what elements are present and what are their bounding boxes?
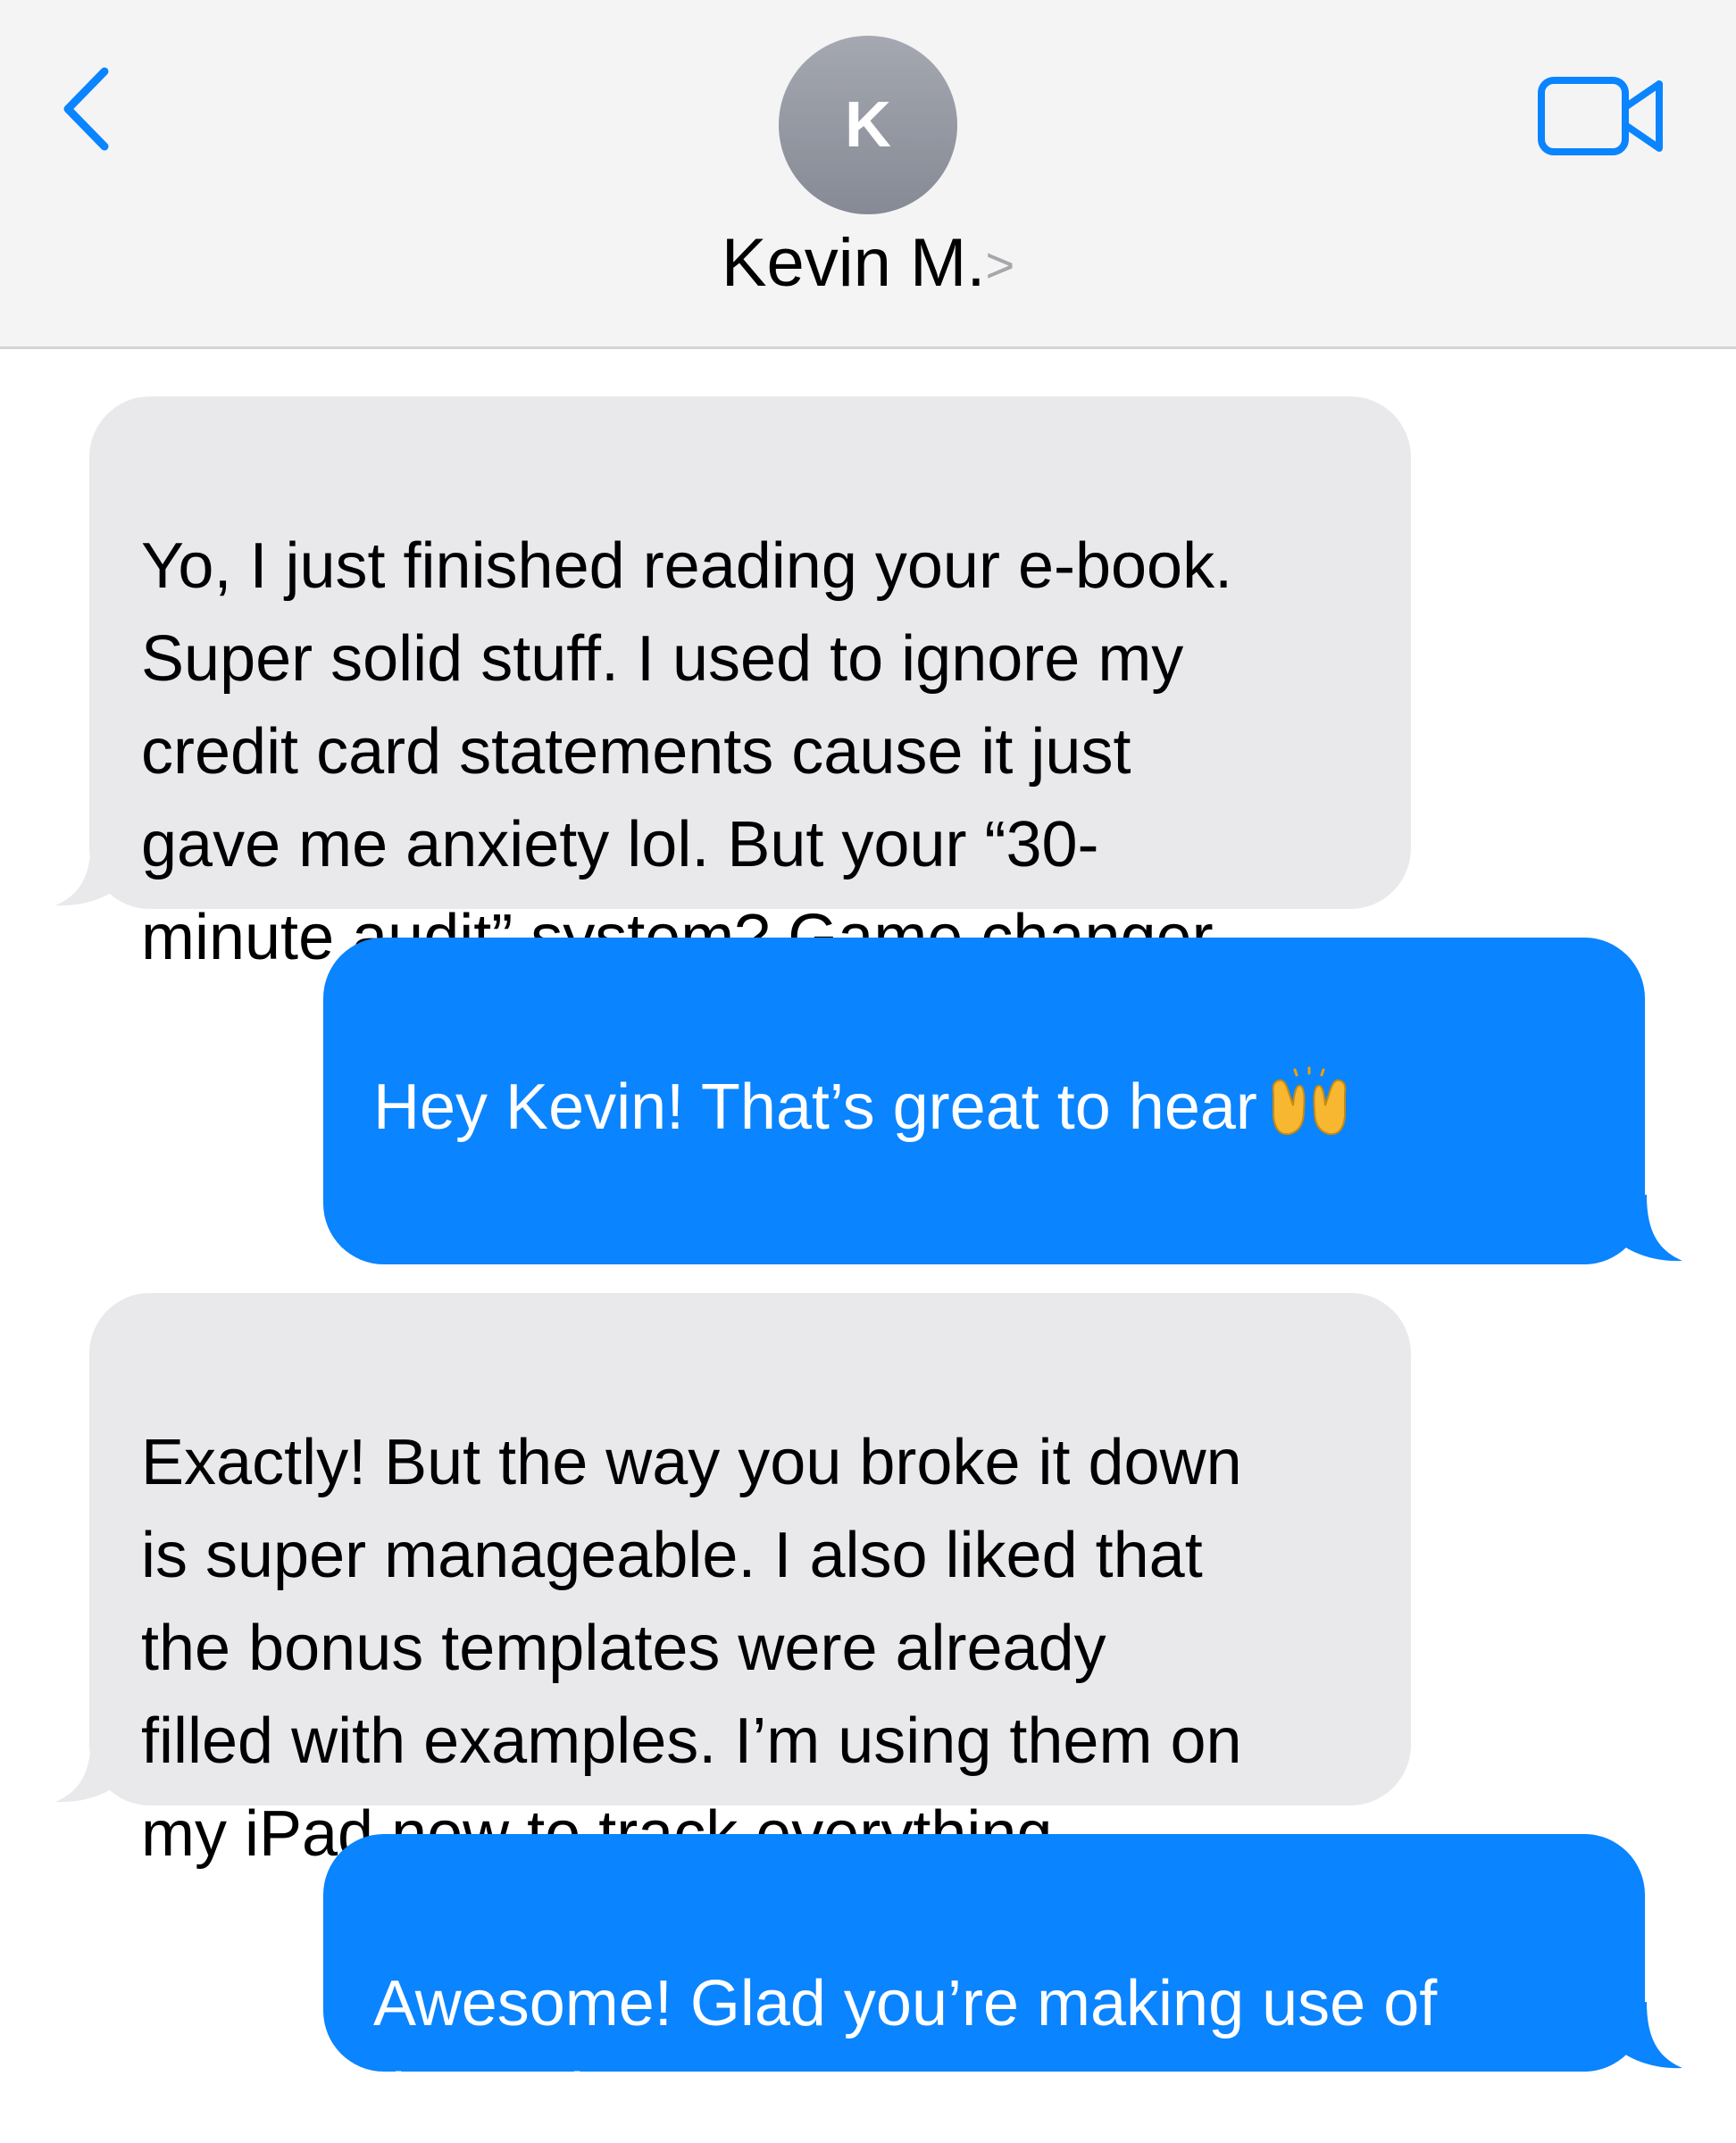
- chevron-right-icon: >: [985, 237, 1015, 293]
- video-camera-icon: [1538, 77, 1663, 155]
- facetime-video-button[interactable]: [1536, 71, 1668, 161]
- message-text: Hey Kevin! That’s great to hear: [373, 1072, 1257, 1143]
- back-button[interactable]: [55, 64, 118, 154]
- message-text: Yo, I just finished reading your e-book.…: [141, 530, 1233, 973]
- message-bubble-incoming[interactable]: Exactly! But the way you broke it down i…: [89, 1293, 1411, 1870]
- message-bubble-outgoing[interactable]: Awesome! Glad you’re making use of the t…: [323, 1834, 1645, 2132]
- message-text: Exactly! But the way you broke it down i…: [141, 1427, 1242, 1870]
- raising-hands-emoji: [1272, 1066, 1347, 1136]
- avatar-initial: K: [845, 89, 891, 161]
- message-bubble-incoming[interactable]: Yo, I just finished reading your e-book.…: [89, 396, 1411, 973]
- contact-name: Kevin M.: [721, 225, 986, 301]
- chevron-left-icon: [63, 67, 109, 151]
- contact-name-button[interactable]: Kevin M.>: [0, 223, 1736, 305]
- message-bubble-outgoing[interactable]: Hey Kevin! That’s great to hear Sometime…: [323, 938, 1645, 1422]
- contact-avatar[interactable]: K: [779, 36, 957, 214]
- conversation-header: K Kevin M.>: [0, 0, 1736, 349]
- message-text: Awesome! Glad you’re making use of the t…: [373, 1968, 1438, 2132]
